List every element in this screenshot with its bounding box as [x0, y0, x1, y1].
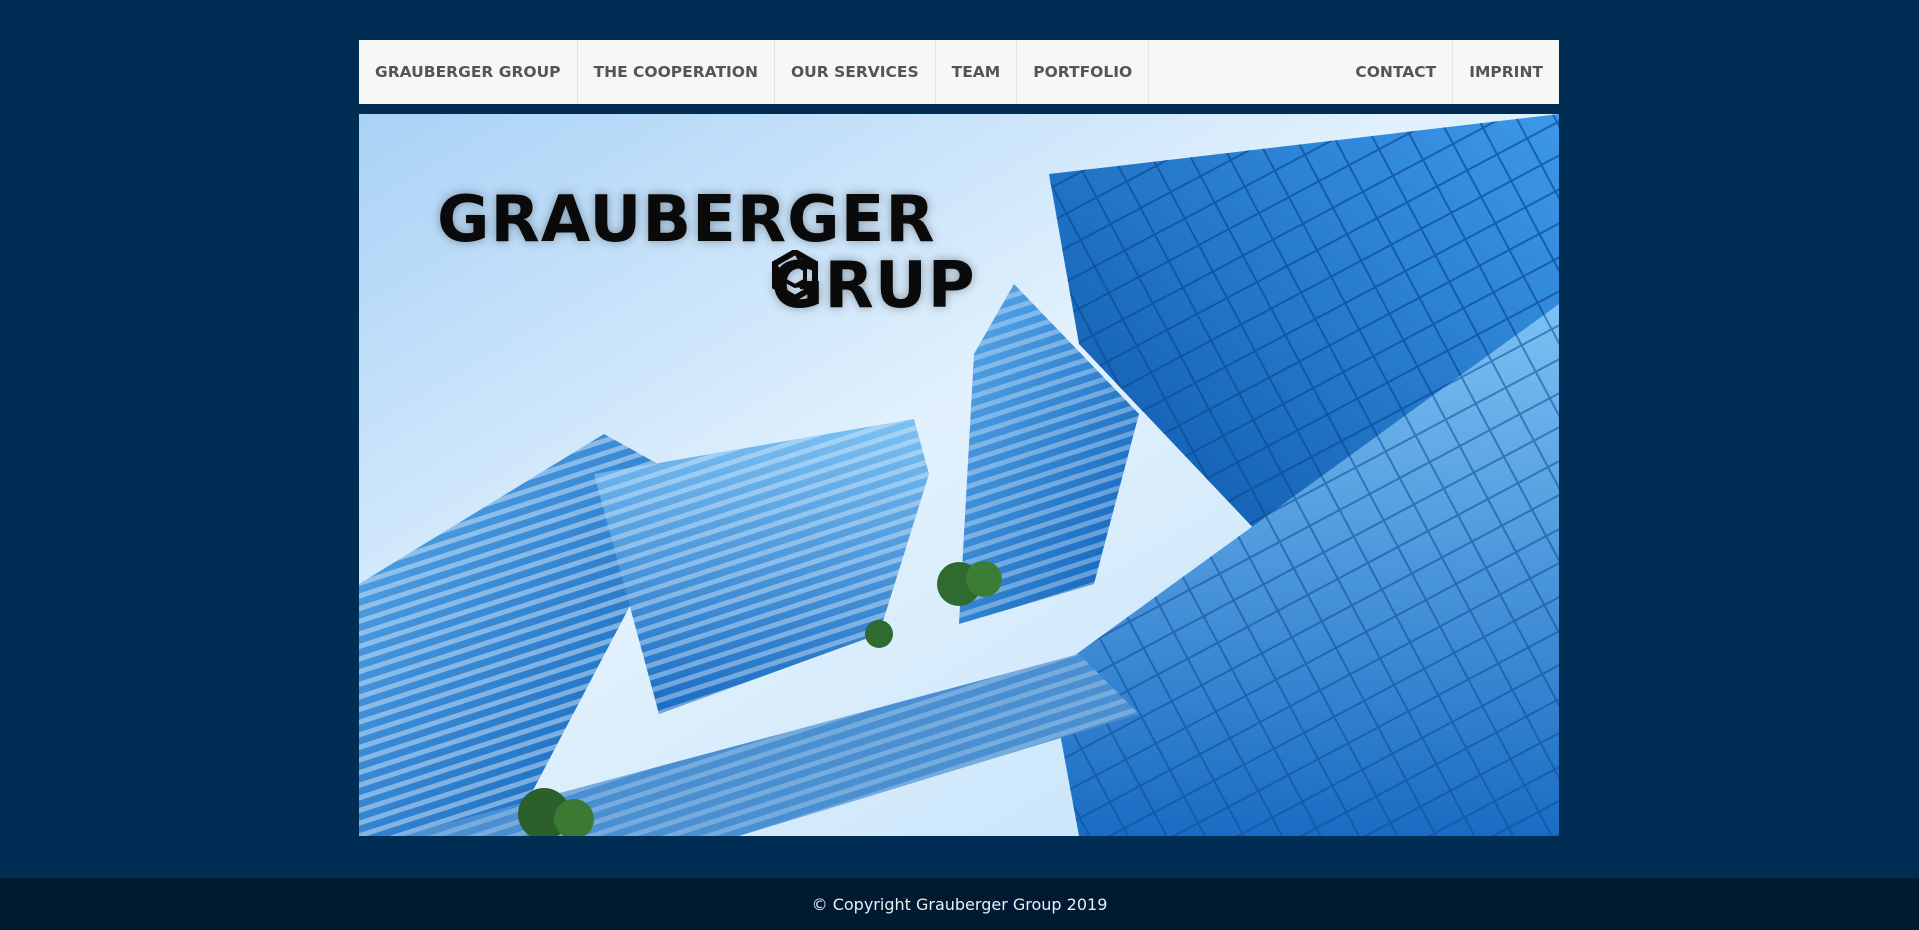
hero-image: GRAUBERGER GR UP	[359, 114, 1559, 836]
nav-item-the-cooperation[interactable]: THE COOPERATION	[578, 40, 775, 104]
nav-item-contact[interactable]: CONTACT	[1339, 40, 1452, 104]
nav-item-grauberger-group[interactable]: GRAUBERGER GROUP	[359, 40, 578, 104]
top-navbar: GRAUBERGER GROUP THE COOPERATION OUR SER…	[359, 40, 1559, 104]
nav-right-group: CONTACT IMPRINT	[1339, 40, 1559, 104]
nav-left-group: GRAUBERGER GROUP THE COOPERATION OUR SER…	[359, 40, 1150, 104]
logo-text-line2-end: UP	[874, 249, 976, 323]
nav-item-portfolio[interactable]: PORTFOLIO	[1017, 40, 1150, 104]
nav-item-imprint[interactable]: IMPRINT	[1452, 40, 1559, 104]
nav-item-our-services[interactable]: OUR SERVICES	[775, 40, 936, 104]
footer-copyright: © Copyright Grauberger Group 2019	[811, 894, 1108, 914]
nav-item-team[interactable]: TEAM	[936, 40, 1018, 104]
grauberger-logo: GRAUBERGER GR UP	[437, 183, 975, 322]
logo-text-line1: GRAUBERGER	[437, 183, 936, 257]
page-container: GRAUBERGER GROUP THE COOPERATION OUR SER…	[359, 40, 1559, 836]
page-footer: © Copyright Grauberger Group 2019	[0, 877, 1919, 930]
logo-text-line2: GR UP	[771, 250, 976, 322]
hexagon-logo-icon	[772, 250, 818, 300]
